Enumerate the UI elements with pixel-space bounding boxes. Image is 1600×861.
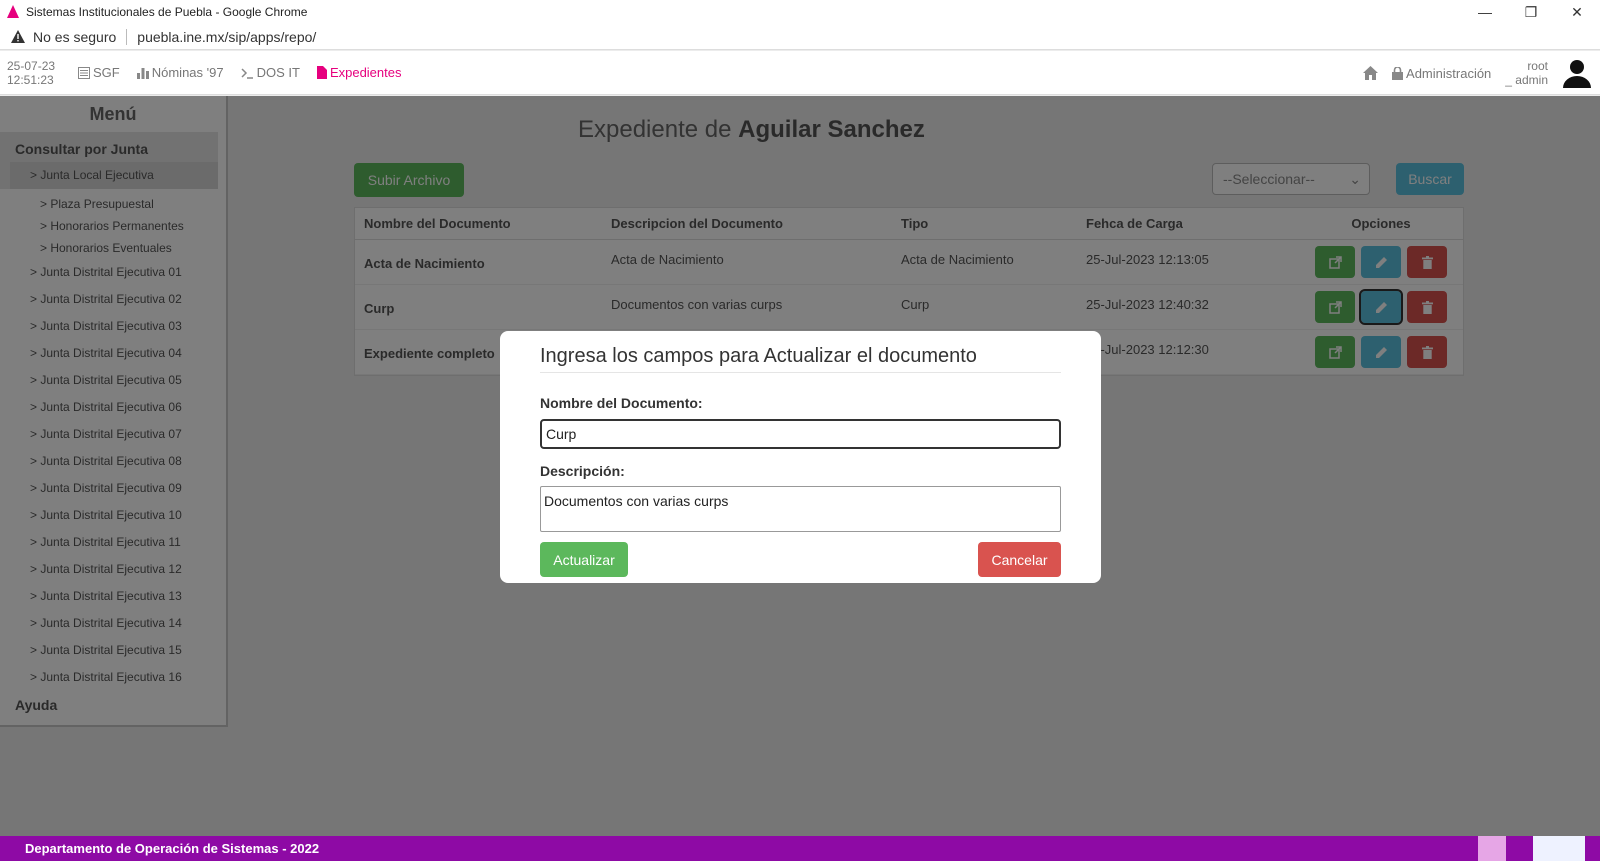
security-status[interactable]: No es seguro [33, 29, 116, 45]
nav-label: Administración [1406, 65, 1492, 81]
restore-icon[interactable]: ❐ [1508, 0, 1554, 24]
home-icon[interactable] [1363, 66, 1379, 80]
nav-item-expedientes[interactable]: Expedientes [316, 65, 402, 80]
user-role: _ admin [1505, 73, 1548, 87]
footer-text: Departamento de Operación de Sistemas - … [25, 841, 320, 856]
user-avatar-icon[interactable] [1562, 58, 1592, 88]
modal-actions: Actualizar Cancelar [540, 542, 1061, 577]
nav-label: Nóminas '97 [151, 65, 224, 80]
update-button[interactable]: Actualizar [540, 542, 628, 577]
app-logo-icon [7, 5, 19, 18]
close-icon[interactable]: ✕ [1554, 0, 1600, 24]
current-time: 12:51:23 [7, 72, 54, 87]
description-textarea[interactable]: Documentos con varias curps [540, 486, 1061, 532]
nav-label: DOS IT [256, 65, 300, 80]
terminal-icon [241, 67, 253, 79]
update-document-modal: Ingresa los campos para Actualizar el do… [500, 331, 1101, 583]
nav-item-nominas[interactable]: Nóminas '97 [136, 65, 224, 80]
nav-label: SGF [93, 65, 120, 80]
footer-decoration [1478, 836, 1506, 861]
address-divider [126, 28, 128, 45]
nav-item-dos-it[interactable]: DOS IT [241, 65, 300, 80]
window-titlebar: Sistemas Institucionales de Puebla - Goo… [0, 0, 1600, 24]
document-name-input[interactable]: Curp [540, 419, 1061, 449]
address-bar[interactable]: No es seguro puebla.ine.mx/sip/apps/repo… [0, 24, 1600, 50]
minimize-icon[interactable]: — [1462, 0, 1508, 24]
app-navbar: 25-07-23 12:51:23 SGF Nóminas '97 DOS IT… [0, 51, 1600, 95]
warning-icon [11, 30, 25, 43]
user-name: root [1527, 59, 1548, 73]
bar-chart-icon [136, 67, 149, 79]
datetime: 25-07-23 12:51:23 [7, 59, 69, 87]
footer: Departamento de Operación de Sistemas - … [0, 836, 1600, 861]
footer-decoration [1533, 836, 1585, 861]
modal-title: Ingresa los campos para Actualizar el do… [540, 345, 1061, 373]
lock-icon [1392, 66, 1404, 80]
file-icon [316, 66, 327, 79]
window-controls: — ❐ ✕ [1462, 0, 1600, 24]
cancel-button[interactable]: Cancelar [978, 542, 1061, 577]
nav-label: Expedientes [329, 65, 402, 80]
navbar-right: Administración root _ admin [1363, 51, 1592, 95]
list-icon [78, 66, 90, 79]
current-date: 25-07-23 [7, 58, 56, 73]
name-field-label: Nombre del Documento: [540, 395, 703, 411]
description-field-label: Descripción: [540, 463, 625, 479]
user-info[interactable]: root _ admin [1505, 59, 1548, 87]
nav-item-sgf[interactable]: SGF [78, 65, 120, 80]
url-text[interactable]: puebla.ine.mx/sip/apps/repo/ [137, 29, 316, 45]
nav-item-administracion[interactable]: Administración [1392, 66, 1491, 81]
window-title: Sistemas Institucionales de Puebla - Goo… [26, 5, 308, 19]
